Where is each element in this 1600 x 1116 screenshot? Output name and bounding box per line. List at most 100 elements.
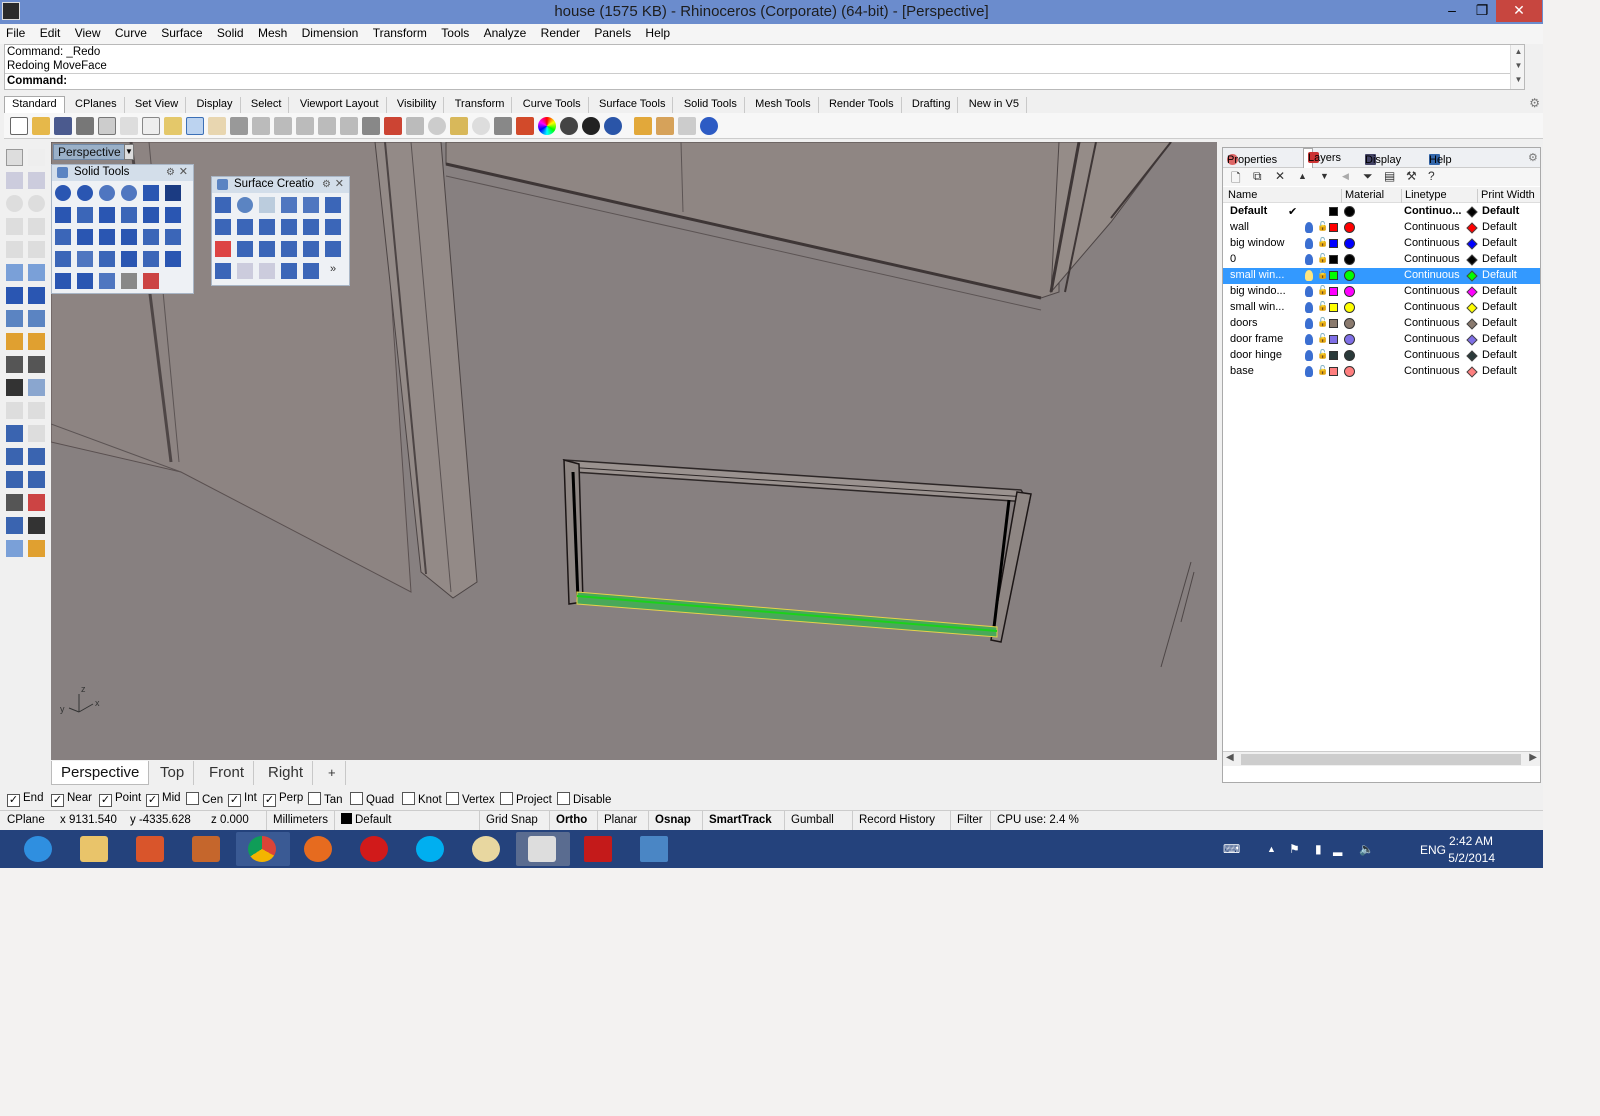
block-icon[interactable] xyxy=(6,471,23,488)
layer-name[interactable]: door frame xyxy=(1230,333,1300,345)
internet-explorer-icon[interactable] xyxy=(12,832,66,866)
tab-cplanes[interactable]: CPlanes xyxy=(68,97,125,114)
make-hole-icon[interactable] xyxy=(77,229,93,245)
horizontal-scrollbar[interactable]: ◀ ▶ xyxy=(1223,751,1540,766)
dome-icon[interactable] xyxy=(303,263,319,279)
print-color-icon[interactable] xyxy=(1466,238,1478,250)
paraboloid-icon[interactable] xyxy=(281,263,297,279)
status-osnap[interactable]: Osnap xyxy=(648,811,691,831)
edit-points-icon[interactable] xyxy=(6,517,23,534)
mesh-solid-icon[interactable] xyxy=(121,273,137,289)
tab-visibility[interactable]: Visibility xyxy=(390,97,445,114)
analyze-icon[interactable] xyxy=(28,494,45,511)
light-bulb-icon[interactable] xyxy=(1305,270,1313,281)
layer-color-swatch[interactable] xyxy=(1329,271,1338,280)
menu-analyze[interactable]: Analyze xyxy=(478,24,532,40)
layer-linetype[interactable]: Continuous xyxy=(1404,301,1460,313)
light-bulb-icon[interactable] xyxy=(1305,366,1313,377)
light-bulb-icon[interactable] xyxy=(1305,238,1313,249)
firefox-icon[interactable] xyxy=(292,832,346,866)
offset-surface-icon[interactable] xyxy=(77,207,93,223)
move-face-icon[interactable] xyxy=(121,207,137,223)
status-smarttrack[interactable]: SmartTrack xyxy=(702,811,772,831)
osnap-project[interactable]: Project xyxy=(500,792,552,806)
save-icon[interactable] xyxy=(54,117,72,135)
planar-curves-icon[interactable] xyxy=(259,197,275,213)
color-wheel-icon[interactable] xyxy=(538,117,556,135)
lock-icon[interactable]: 🔓 xyxy=(1317,237,1328,248)
tabs-gear-icon[interactable]: ⚙ xyxy=(1529,96,1540,110)
print-color-icon[interactable] xyxy=(1466,222,1478,234)
arc-surface-icon[interactable] xyxy=(259,263,275,279)
layer-name[interactable]: 0 xyxy=(1230,253,1300,265)
chrome-icon[interactable] xyxy=(236,832,290,866)
layer-color-swatch[interactable] xyxy=(1329,319,1338,328)
filter-icon[interactable]: ⏷ xyxy=(1363,169,1373,184)
trim-icon[interactable] xyxy=(28,333,45,350)
help-icon[interactable]: ? xyxy=(1428,169,1435,183)
solid-tools-header[interactable]: Solid Tools ⚙ ✕ xyxy=(52,165,193,181)
wireframe-sphere-icon[interactable] xyxy=(560,117,578,135)
print-color-icon[interactable] xyxy=(1466,366,1478,378)
mesh-icon[interactable] xyxy=(28,310,45,327)
extract-surface-icon[interactable] xyxy=(55,273,71,289)
split-face-icon[interactable] xyxy=(165,207,181,223)
lock-icon[interactable] xyxy=(494,117,512,135)
menu-mesh[interactable]: Mesh xyxy=(252,24,292,40)
osnap-disable[interactable]: Disable xyxy=(557,792,611,806)
options-gear-icon[interactable] xyxy=(656,117,674,135)
material-icon[interactable] xyxy=(1344,318,1355,329)
layer-linetype[interactable]: Continuous xyxy=(1404,349,1460,361)
paint-icon[interactable] xyxy=(6,540,23,557)
menu-render[interactable]: Render xyxy=(535,24,585,40)
place-hole-icon[interactable] xyxy=(121,229,137,245)
checkbox-icon[interactable] xyxy=(308,792,321,805)
extrude-face-icon[interactable] xyxy=(55,207,71,223)
layer-linetype[interactable]: Continuous xyxy=(1404,221,1460,233)
tab-perspective[interactable]: Perspective xyxy=(51,761,150,785)
tools-icon[interactable]: ⚒ xyxy=(1406,169,1417,183)
layer-print-width[interactable]: Default xyxy=(1482,269,1517,281)
menu-panels[interactable]: Panels xyxy=(588,24,636,40)
layer-name[interactable]: doors xyxy=(1230,317,1300,329)
layer-linetype[interactable]: Continuous xyxy=(1404,237,1460,249)
cplane-icon[interactable] xyxy=(384,117,402,135)
surface-creation-header[interactable]: Surface Creatio ⚙ ✕ xyxy=(212,177,349,193)
cap-icon[interactable] xyxy=(99,207,115,223)
render-sphere-icon[interactable] xyxy=(604,117,622,135)
status-grid-snap[interactable]: Grid Snap xyxy=(479,811,538,831)
boolean-difference-icon[interactable] xyxy=(77,185,93,201)
close-button[interactable]: ✕ xyxy=(1496,0,1542,22)
layer-row[interactable]: big window 🔓 Continuous Default xyxy=(1223,236,1540,252)
arc-icon[interactable] xyxy=(6,241,23,258)
maximize-button[interactable]: ❐ xyxy=(1466,0,1498,22)
panel-gear-icon[interactable]: ⚙ xyxy=(166,165,175,180)
layer-name[interactable]: base xyxy=(1230,365,1300,377)
print-color-icon[interactable] xyxy=(1466,286,1478,298)
ungroup-icon[interactable] xyxy=(28,379,45,396)
tab-surface-tools[interactable]: Surface Tools xyxy=(592,97,674,114)
layer-print-width[interactable]: Default xyxy=(1482,317,1517,329)
zoom-icon[interactable] xyxy=(252,117,270,135)
rectangle-icon[interactable] xyxy=(28,218,45,235)
tab-solid-tools[interactable]: Solid Tools xyxy=(677,97,745,114)
print-color-icon[interactable] xyxy=(1466,206,1478,218)
page-icon[interactable]: ▤ xyxy=(1384,169,1395,183)
mirror-icon[interactable] xyxy=(28,448,45,465)
tab-transform[interactable]: Transform xyxy=(448,97,513,114)
scroll-thumb[interactable] xyxy=(1241,754,1521,765)
menu-curve[interactable]: Curve xyxy=(109,24,152,40)
polygon-icon[interactable] xyxy=(6,218,23,235)
light-bulb-icon[interactable] xyxy=(1305,222,1313,233)
boolean-union-icon[interactable] xyxy=(55,185,71,201)
layer-row[interactable]: Default ✔ Continuo... Default xyxy=(1223,204,1540,220)
tab-curve-tools[interactable]: Curve Tools xyxy=(516,97,589,114)
volume-icon[interactable]: 🔈 xyxy=(1359,842,1374,856)
layer-row[interactable]: small win... 🔓 Continuous Default xyxy=(1223,300,1540,316)
print-color-icon[interactable] xyxy=(1466,270,1478,282)
menu-edit[interactable]: Edit xyxy=(34,24,66,40)
split-icon[interactable] xyxy=(28,356,45,373)
delete-icon[interactable]: ✕ xyxy=(1275,169,1285,183)
app-icon[interactable] xyxy=(180,832,234,866)
cut-icon[interactable] xyxy=(120,117,138,135)
